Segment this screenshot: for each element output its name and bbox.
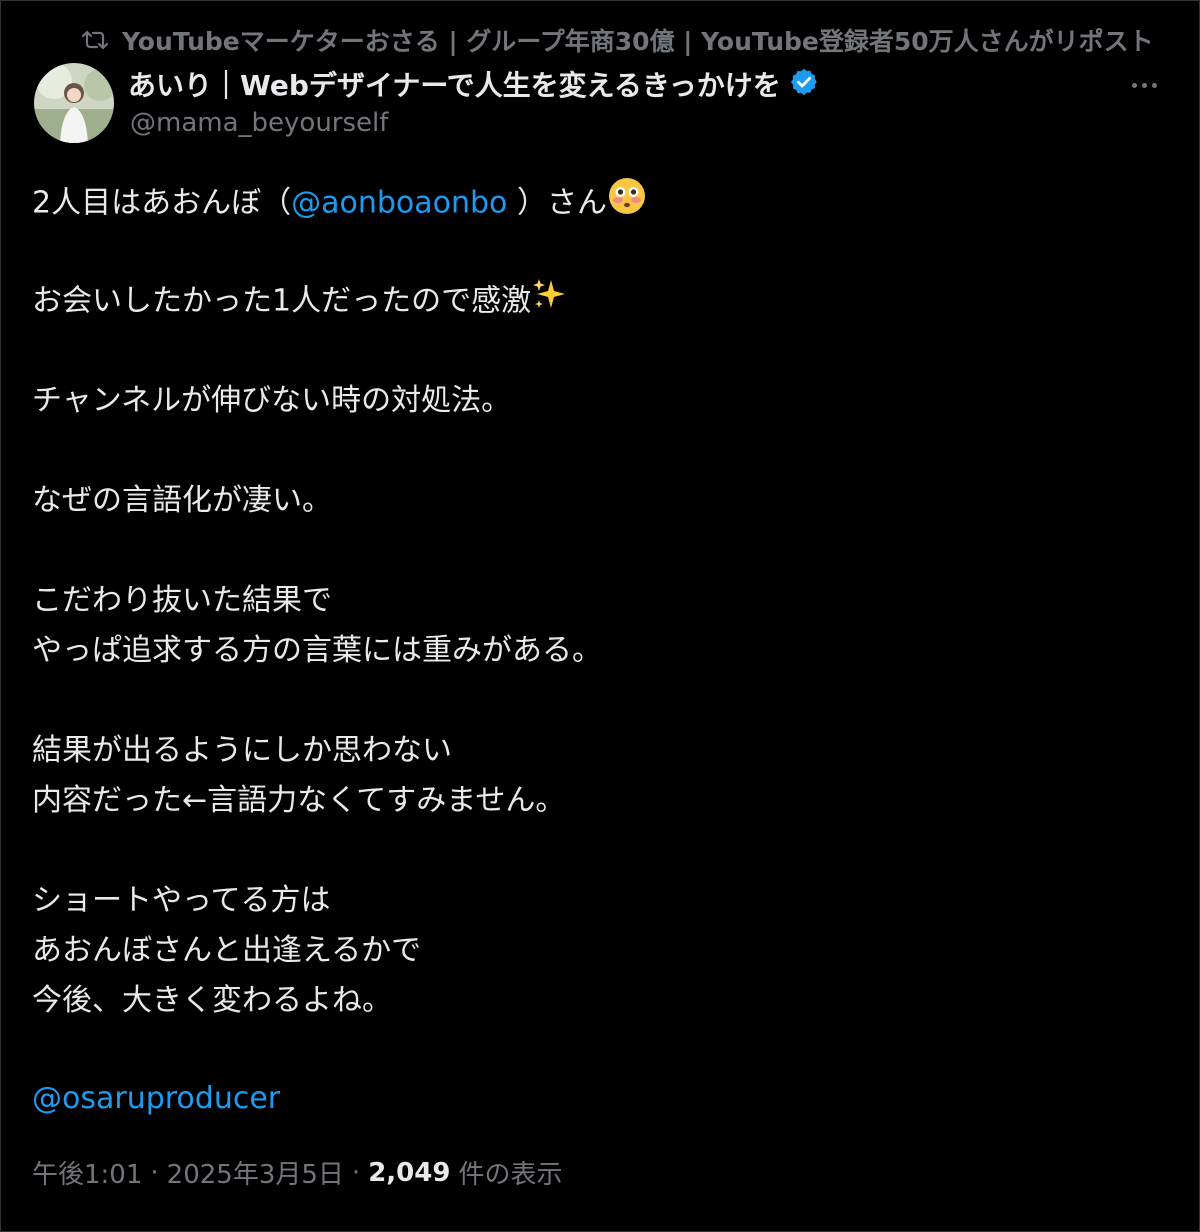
tweet-line: 今後、大きく変わるよね。 [32,983,392,1018]
mention-footer-row: @osaruproducer [32,1074,280,1124]
tweet-meta: 午後1:01 · 2025年3月5日 · 2,049 件の表示 [32,1154,562,1191]
mention-link[interactable]: @osaruproducer [32,1081,280,1116]
meta-separator: · [150,1157,159,1188]
author-name-row[interactable]: あいり｜Webデザイナーで人生を変えるきっかけを [128,64,819,104]
verified-badge-icon [789,67,819,101]
sparkles-emoji-icon [531,276,567,328]
tweet-line: チャンネルが伸びない時の対処法。 [32,383,512,418]
tweet-line: あおんぼさんと出逢えるかで [32,933,422,968]
more-options-button[interactable] [1124,70,1164,100]
tweet-line: 結果が出るようにしか思わない [32,733,452,768]
tweet-line: やっぱ追求する方の言葉には重みがある。 [32,633,602,668]
flushed-face-emoji-icon [607,176,647,232]
tweet-line: 内容だった←言語力なくてすみません。 [32,783,566,818]
views-label: 件の表示 [458,1160,563,1190]
more-icon [1131,82,1137,88]
tweet-line: なぜの言語化が凄い。 [32,483,332,518]
mention-link[interactable]: @aonboaonbo [291,186,507,221]
repost-icon [82,29,108,51]
tweet-time[interactable]: 午後1:01 [32,1154,142,1191]
tweet-line: 2人目はあおんぼ（ [32,185,292,221]
tweet-text: 2人目はあおんぼ（@aonboaonbo ）さん お会いしたかった1人だったので… [32,176,1152,1076]
tweet-line: こだわり抜いた結果で [32,583,332,618]
tweet-date[interactable]: 2025年3月5日 [167,1154,344,1191]
meta-separator: · [351,1157,361,1188]
author-display-name[interactable]: あいり｜Webデザイナーで人生を変えるきっかけを [128,64,781,104]
repost-indicator[interactable]: YouTubeマーケターおさる | グループ年商30億 | YouTube登録者… [82,22,1154,58]
tweet-line: ショートやってる方は [32,883,331,918]
repost-text: YouTubeマーケターおさる | グループ年商30億 | YouTube登録者… [122,27,1154,56]
tweet-line: お会いしたかった1人だったので感激 [32,283,532,319]
views-count: 2,049 [368,1157,451,1188]
avatar[interactable] [34,63,114,143]
author-handle[interactable]: @mama_beyourself [130,108,388,138]
